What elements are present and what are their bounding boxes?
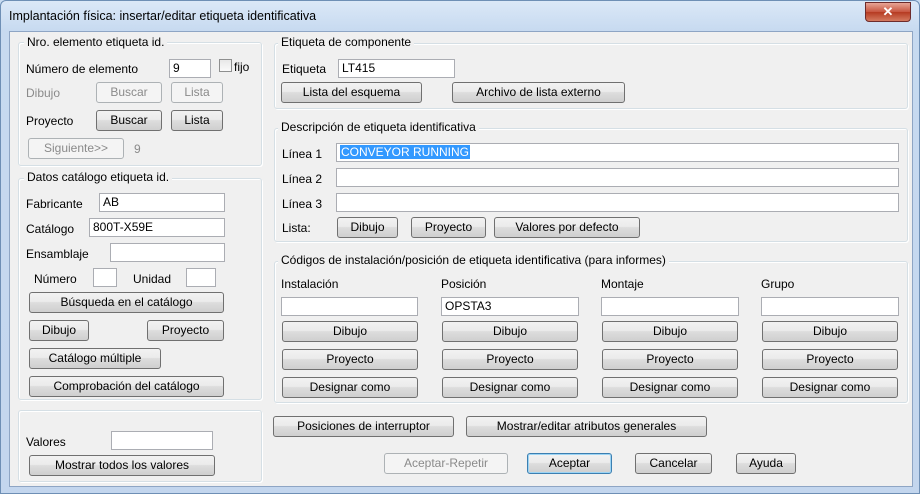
posicion-label: Posición [441,277,487,291]
title-bar: Implantación física: insertar/editar eti… [1,1,919,31]
dibujo-label: Dibujo [26,86,61,100]
instalacion-proyecto-button[interactable]: Proyecto [282,349,418,370]
catalogo-input[interactable]: 800T-X59E [89,218,225,237]
cancelar-button[interactable]: Cancelar [635,453,712,474]
comprobacion-catalogo-button[interactable]: Comprobación del catálogo [29,376,224,397]
dialog-client: Nro. elemento etiqueta id. Número de ele… [9,31,913,487]
lista-proyecto-button[interactable]: Lista [171,110,223,131]
lista-esquema-button[interactable]: Lista del esquema [281,82,422,103]
numero-elemento-input[interactable]: 9 [169,59,211,78]
posicion-designar-button[interactable]: Designar como [442,377,578,398]
linea3-label: Línea 3 [282,197,323,211]
posicion-dibujo-button[interactable]: Dibujo [442,321,578,342]
group-nro-elemento-title: Nro. elemento etiqueta id. [24,35,168,49]
group-catalogo-title: Datos catálogo etiqueta id. [24,170,173,184]
montaje-dibujo-button[interactable]: Dibujo [602,321,738,342]
linea2-label: Línea 2 [282,172,323,186]
linea1-selected-text: CONVEYOR RUNNING [340,145,471,159]
close-icon: ✕ [882,4,894,19]
catalogo-dibujo-button[interactable]: Dibujo [29,320,89,341]
group-codigos-title: Códigos de instalación/posición de etiqu… [278,253,669,267]
close-button[interactable]: ✕ [865,2,911,22]
ensamblaje-label: Ensamblaje [26,247,89,261]
instalacion-input[interactable] [281,297,418,316]
linea3-input[interactable] [336,193,899,212]
fabricante-label: Fabricante [26,197,83,211]
etiqueta-input[interactable]: LT415 [338,59,455,78]
numero-elemento-label: Número de elemento [26,62,139,76]
montaje-label: Montaje [601,277,644,291]
montaje-designar-button[interactable]: Designar como [602,377,738,398]
numero-input[interactable] [93,268,117,287]
unidad-input[interactable] [186,268,216,287]
montaje-input[interactable] [601,297,739,316]
proyecto-label: Proyecto [26,114,74,128]
aceptar-button[interactable]: Aceptar [527,453,612,474]
catalogo-multiple-button[interactable]: Catálogo múltiple [29,348,161,369]
catalogo-label: Catálogo [26,222,75,236]
group-componente-title: Etiqueta de componente [278,35,415,49]
descripcion-proyecto-button[interactable]: Proyecto [411,217,486,238]
instalacion-dibujo-button[interactable]: Dibujo [282,321,418,342]
buscar-dibujo-button[interactable]: Buscar [96,82,162,103]
grupo-designar-button[interactable]: Designar como [762,377,898,398]
aceptar-repetir-button[interactable]: Aceptar-Repetir [384,453,508,474]
fijo-label: fijo [234,60,250,74]
grupo-label: Grupo [761,277,795,291]
grupo-input[interactable] [761,297,899,316]
linea1-input[interactable]: CONVEYOR RUNNING [336,143,899,162]
instalacion-designar-button[interactable]: Designar como [282,377,418,398]
window-title: Implantación física: insertar/editar eti… [9,9,317,23]
ensamblaje-input[interactable] [110,243,225,262]
linea2-input[interactable] [336,168,899,187]
ayuda-button[interactable]: Ayuda [736,453,796,474]
posiciones-interruptor-button[interactable]: Posiciones de interruptor [273,416,454,437]
posicion-proyecto-button[interactable]: Proyecto [442,349,578,370]
instalacion-label: Instalación [281,277,339,291]
linea1-label: Línea 1 [282,147,323,161]
etiqueta-label: Etiqueta [282,62,327,76]
group-descripcion-title: Descripción de etiqueta identificativa [278,120,479,134]
siguiente-value: 9 [134,142,141,156]
grupo-dibujo-button[interactable]: Dibujo [762,321,898,342]
busqueda-catalogo-button[interactable]: Búsqueda en el catálogo [29,292,224,313]
fabricante-input[interactable]: AB [99,193,225,212]
montaje-proyecto-button[interactable]: Proyecto [602,349,738,370]
unidad-label: Unidad [133,272,172,286]
catalogo-proyecto-button[interactable]: Proyecto [147,320,224,341]
grupo-proyecto-button[interactable]: Proyecto [762,349,898,370]
lista-label: Lista: [282,221,311,235]
valores-defecto-button[interactable]: Valores por defecto [494,217,640,238]
posicion-input[interactable]: OPSTA3 [441,297,579,316]
mostrar-valores-button[interactable]: Mostrar todos los valores [29,455,215,476]
fijo-checkbox[interactable] [219,59,232,72]
dialog-window: Implantación física: insertar/editar eti… [0,0,920,494]
archivo-lista-button[interactable]: Archivo de lista externo [452,82,625,103]
descripcion-dibujo-button[interactable]: Dibujo [337,217,398,238]
buscar-proyecto-button[interactable]: Buscar [96,110,162,131]
valores-input[interactable] [111,431,213,450]
valores-label: Valores [26,435,66,449]
lista-dibujo-button[interactable]: Lista [171,82,223,103]
siguiente-button[interactable]: Siguiente>> [28,138,124,159]
numero-label: Número [34,272,77,286]
mostrar-editar-atributos-button[interactable]: Mostrar/editar atributos generales [466,416,707,437]
